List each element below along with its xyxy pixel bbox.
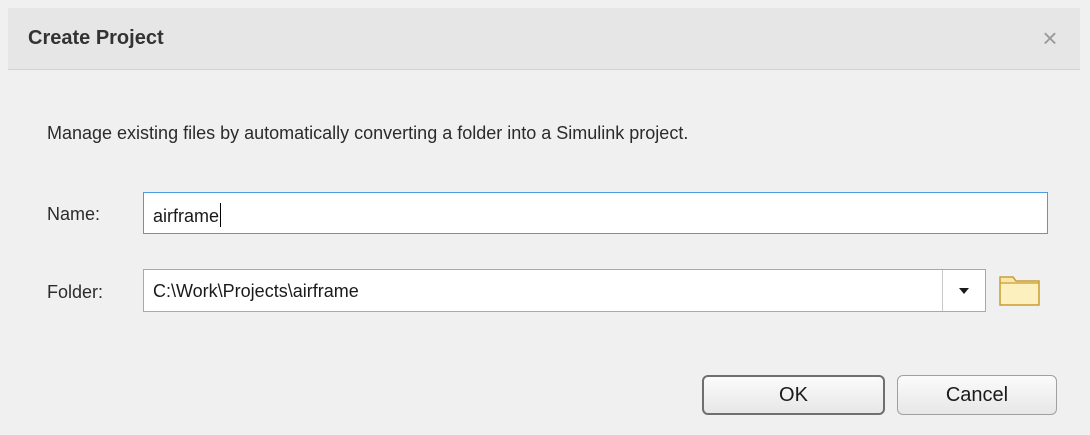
create-project-dialog: Create Project × Manage existing files b… bbox=[0, 0, 1090, 435]
folder-dropdown-button[interactable] bbox=[943, 270, 985, 311]
folder-icon bbox=[999, 276, 1040, 306]
folder-combobox[interactable]: C:\Work\Projects\airframe bbox=[143, 269, 986, 312]
close-icon[interactable]: × bbox=[1036, 24, 1064, 52]
folder-combobox-value: C:\Work\Projects\airframe bbox=[153, 281, 359, 301]
title-bar: Create Project × bbox=[8, 8, 1080, 70]
name-input-value: airframe bbox=[153, 206, 220, 226]
name-input[interactable]: airframe bbox=[143, 192, 1048, 234]
browse-folder-button[interactable] bbox=[997, 271, 1043, 309]
cancel-button[interactable]: Cancel bbox=[897, 375, 1057, 415]
chevron-down-icon bbox=[959, 288, 969, 294]
folder-label: Folder: bbox=[47, 282, 104, 302]
text-caret bbox=[220, 203, 222, 227]
name-label: Name: bbox=[47, 204, 101, 224]
description-text: Manage existing files by automatically c… bbox=[47, 123, 689, 143]
ok-button[interactable]: OK bbox=[702, 375, 885, 415]
dialog-title: Create Project bbox=[28, 27, 164, 49]
